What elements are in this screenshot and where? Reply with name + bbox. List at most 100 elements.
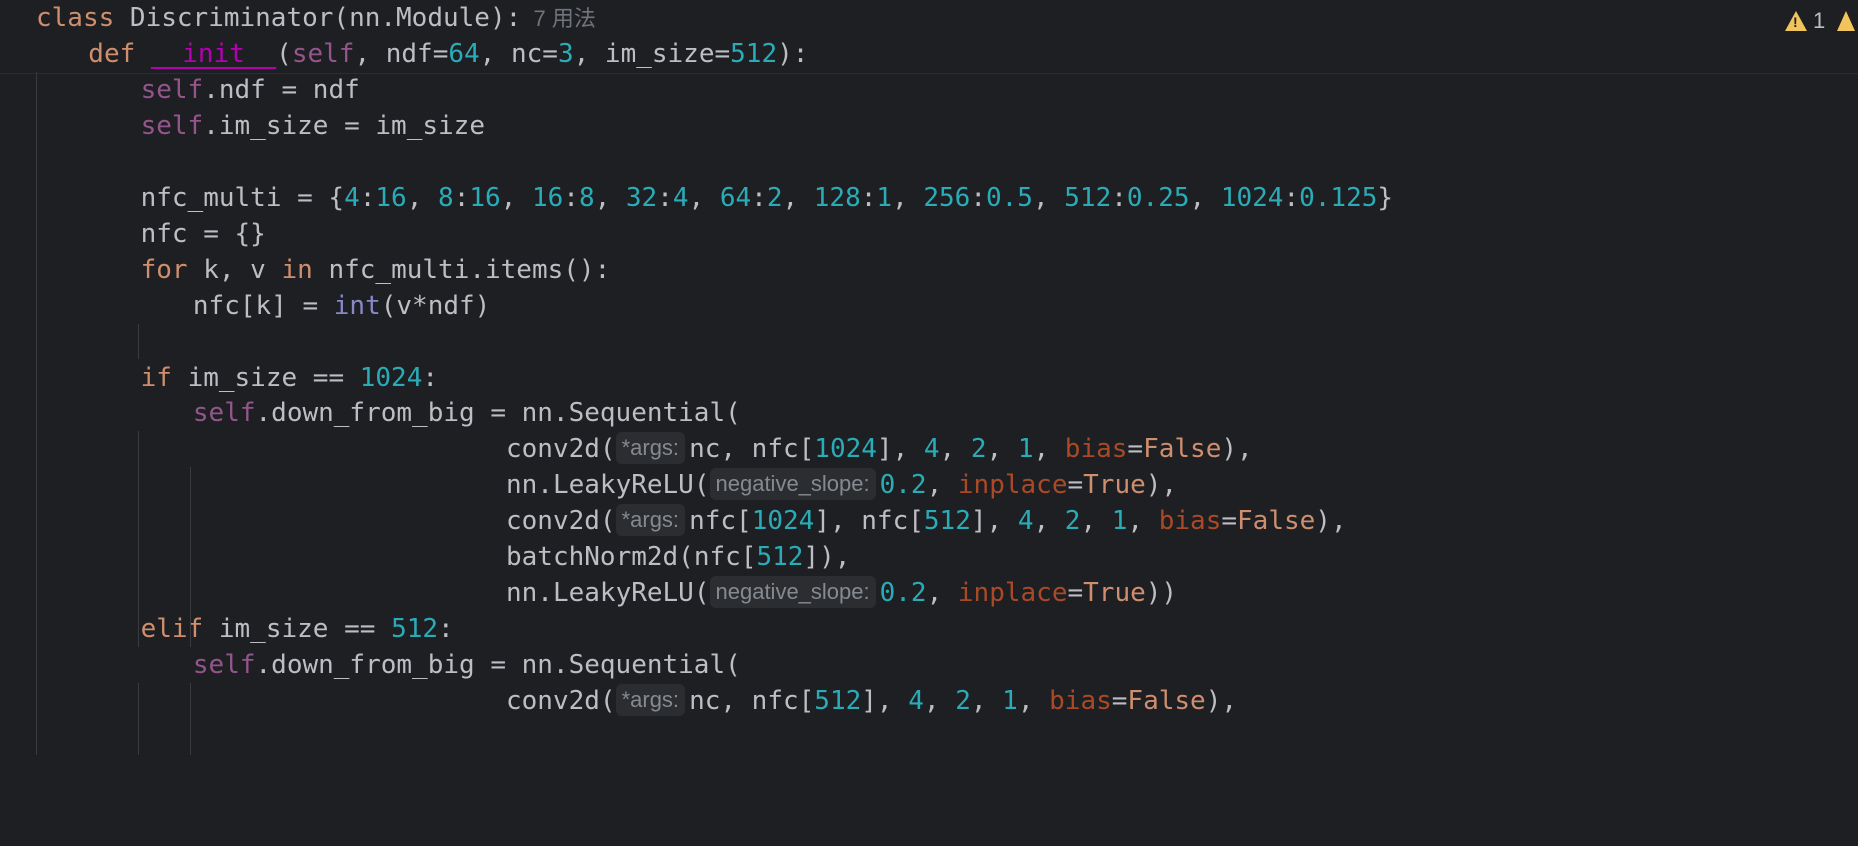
code-token: = [1221, 506, 1238, 537]
code-token: nc, nfc[ [689, 434, 815, 465]
code-token: , [939, 434, 971, 465]
indent-guide [137, 323, 139, 360]
code-token: : [422, 362, 439, 393]
code-token: : [438, 614, 454, 645]
code-token: = [1067, 578, 1084, 609]
code-token: 0.5 [986, 182, 1033, 213]
code-token: : [359, 182, 376, 213]
code-token: conv2d( [506, 506, 616, 537]
code-token: 1024 [1220, 182, 1284, 213]
code-token: , [986, 434, 1018, 465]
code-token: nfc[ [689, 506, 752, 537]
code-token: class [36, 3, 130, 33]
code-token: nfc_multi.items(): [328, 254, 611, 285]
code-token: , [1017, 686, 1050, 717]
code-token: 7 用法 [521, 6, 596, 31]
code-token: , im_size= [573, 38, 731, 69]
code-token: k, v [203, 254, 282, 285]
code-token: .im_size = im_size [203, 110, 485, 141]
code-token: : [1111, 182, 1127, 213]
code-token: self [291, 38, 355, 69]
inspection-widget[interactable]: 1 [1785, 8, 1856, 34]
code-token: 128 [813, 182, 861, 213]
code-token: True [1083, 470, 1146, 501]
code-token: 3 [557, 38, 574, 69]
code-token: ], [970, 506, 1018, 537]
code-token: ]), [803, 542, 851, 573]
code-token: 64 [719, 182, 752, 213]
code-token: 1 [1111, 506, 1128, 537]
code-token: self [140, 74, 204, 105]
code-token: (v*ndf) [380, 290, 491, 321]
code-token: 16 [531, 182, 564, 213]
code-token: } [1377, 182, 1394, 213]
code-token: : [453, 182, 470, 213]
code-token: 512 [814, 686, 862, 717]
code-token: False [1143, 434, 1222, 465]
code-token: ], [861, 686, 909, 717]
code-token: , [1080, 506, 1112, 537]
code-token: 32 [625, 182, 658, 213]
code-token: 64 [448, 38, 480, 69]
code-token: nfc_multi = { [140, 182, 345, 213]
code-line[interactable]: conv2d(*args: nc, nfc[512], 4, 2, 1, bias… [0, 680, 1858, 723]
code-token: 512 [730, 38, 778, 69]
code-token: .ndf = ndf [203, 74, 360, 105]
parameter-hint: negative_slope: [709, 468, 876, 501]
code-token: 4 [344, 182, 360, 213]
code-token: 1 [1002, 686, 1018, 717]
code-token: , [892, 182, 924, 213]
code-token: 4 [672, 182, 689, 213]
code-token: 512 [391, 614, 439, 645]
code-token: ), [1145, 470, 1178, 501]
parameter-hint: *args: [615, 432, 686, 465]
code-token: , [406, 182, 439, 213]
warning-count: 1 [1813, 8, 1826, 33]
code-token: , [923, 686, 956, 717]
code-token: , [594, 182, 626, 213]
code-token: ], nfc[ [814, 506, 924, 537]
code-token: , [1033, 506, 1065, 537]
code-token: : [970, 182, 986, 213]
code-token: ( [276, 38, 292, 69]
code-token: 1024 [814, 434, 877, 465]
code-token: bias [1064, 434, 1128, 465]
code-token: inplace [957, 578, 1068, 609]
code-token: , [782, 182, 814, 213]
code-token: 4 [908, 686, 924, 717]
code-token: , [926, 578, 958, 609]
code-token: , [1127, 506, 1159, 537]
code-token: : [1283, 182, 1300, 213]
code-token: nn.LeakyReLU( [506, 578, 710, 609]
code-token: 4 [923, 434, 940, 465]
code-token: = [1067, 470, 1084, 501]
code-token: False [1237, 506, 1316, 537]
code-token: 512 [923, 506, 971, 537]
code-token: bias [1158, 506, 1222, 537]
code-token: , nc= [479, 38, 558, 69]
code-token: , [688, 182, 720, 213]
code-token: 1024 [751, 506, 815, 537]
code-token: , [1032, 182, 1065, 213]
parameter-hint: *args: [615, 684, 686, 717]
code-token: self [192, 398, 256, 429]
code-token: 16 [375, 182, 407, 213]
code-token: conv2d( [506, 434, 616, 465]
code-token: 0.25 [1126, 182, 1190, 213]
parameter-hint: negative_slope: [709, 576, 876, 609]
code-token: : [563, 182, 579, 213]
code-token: self [192, 650, 256, 681]
code-token: 512 [1064, 182, 1112, 213]
code-token: for [140, 254, 204, 285]
code-token: 1024 [359, 362, 423, 393]
indent-guide [189, 683, 191, 755]
code-token: 8 [438, 182, 454, 213]
code-token: True [1083, 578, 1146, 609]
code-token: : [657, 182, 673, 213]
code-token: .down_from_big = nn.Sequential( [255, 398, 741, 429]
code-token: ): [777, 38, 809, 69]
code-token: elif [140, 614, 219, 645]
code-token: = [1111, 686, 1128, 717]
code-editor[interactable]: class Discriminator(nn.Module): 7 用法 def … [0, 0, 1858, 846]
code-token: 2 [955, 686, 971, 717]
